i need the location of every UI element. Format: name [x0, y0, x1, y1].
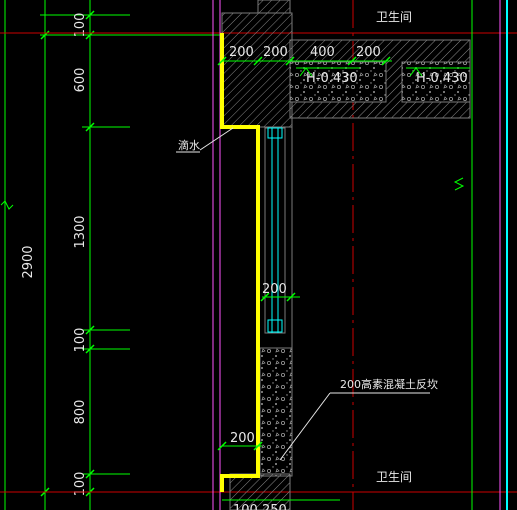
dim-top-200a: 200 — [229, 45, 254, 60]
dim-top-200b: 200 — [263, 45, 288, 60]
dim-100-mid: 100 — [73, 328, 88, 353]
dim-600: 600 — [73, 68, 88, 93]
leader-sill: 200高素混凝土反坎 — [279, 377, 438, 461]
dim-1300: 1300 — [73, 215, 88, 248]
note-sill: 200高素混凝土反坎 — [340, 377, 438, 391]
room-label-top: 卫生间 — [376, 10, 412, 24]
dim-800: 800 — [73, 400, 88, 425]
dim-bot-250: 250 — [262, 503, 287, 510]
dim-100-top: 100 — [73, 13, 88, 38]
leader-drip: 滴水 — [176, 127, 234, 153]
note-drip: 滴水 — [178, 138, 200, 152]
room-label-bottom: 卫生间 — [376, 470, 412, 484]
dim-total-2900: 2900 — [21, 245, 36, 278]
level-right: H-0.430 — [416, 71, 468, 86]
dim-top-400: 400 — [310, 45, 335, 60]
vertical-dimension-labels: 2900 100 600 1300 100 800 100 — [21, 13, 88, 497]
dim-100-bot: 100 — [73, 472, 88, 497]
level-left: H-0.430 — [306, 71, 358, 86]
dim-bot-100: 100 — [233, 503, 258, 510]
dim-top-200c: 200 — [356, 45, 381, 60]
dim-bottom-200: 200 — [230, 431, 255, 446]
dim-window-200: 200 — [262, 282, 287, 297]
cad-section-drawing: 2900 100 600 1300 100 800 100 200 200 40… — [0, 0, 517, 510]
